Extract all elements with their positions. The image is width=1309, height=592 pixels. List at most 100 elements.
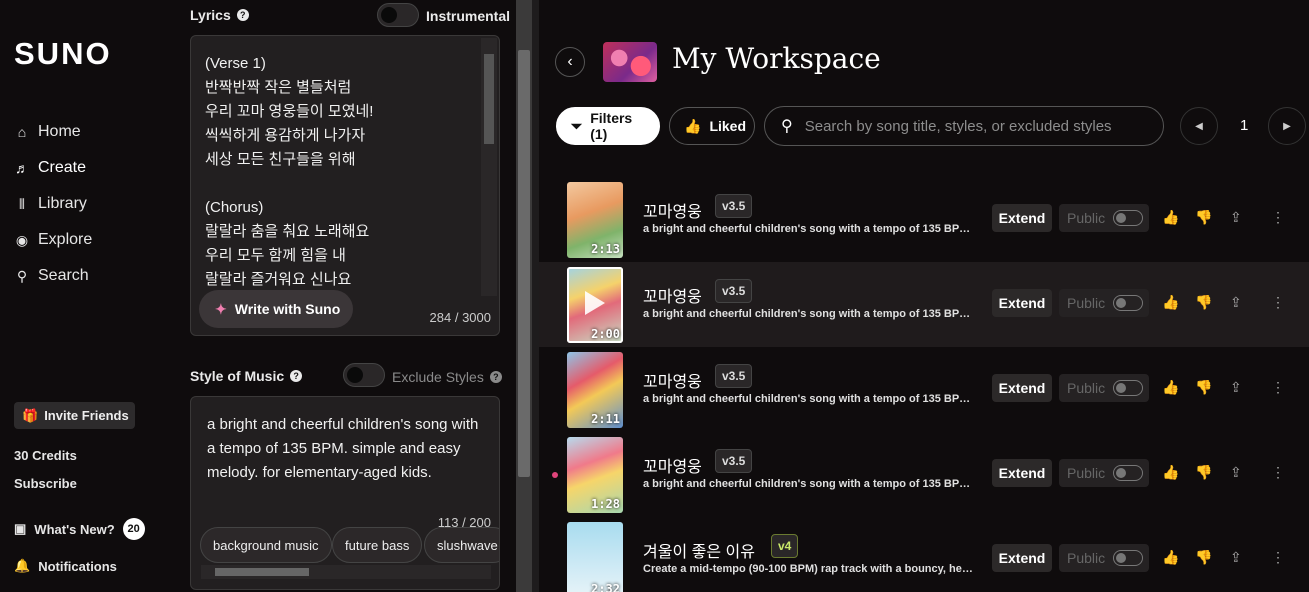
song-cover[interactable]: 2:32 [567, 522, 623, 592]
style-textarea[interactable]: a bright and cheerful children's song wi… [190, 396, 500, 590]
song-duration: 2:13 [591, 242, 620, 256]
write-with-suno-button[interactable]: ✦ Write with Suno [199, 290, 353, 328]
nav-library[interactable]: ⫴ Library [14, 195, 87, 213]
notifications-button[interactable]: 🔔 Notifications [14, 558, 117, 574]
search-input[interactable]: ⚲ Search by song title, styles, or exclu… [764, 106, 1164, 146]
song-title[interactable]: 꼬마영웅 [643, 368, 702, 392]
like-icon[interactable]: 👍 [1162, 464, 1179, 481]
style-text[interactable]: a bright and cheerful children's song wi… [207, 413, 485, 485]
whats-new-button[interactable]: ▣ What's New? 20 [14, 518, 145, 540]
song-title[interactable]: 꼬마영웅 [643, 198, 702, 222]
nav-search-label: Search [38, 267, 89, 284]
nav-create[interactable]: ♬ Create [14, 159, 86, 177]
bell-icon: 🔔 [14, 558, 31, 573]
liked-label: Liked [709, 118, 747, 134]
lyrics-textarea[interactable]: (Verse 1) 반짝반짝 작은 별들처럼 우리 꼬마 영웅들이 모였네! 씩… [190, 35, 500, 336]
chevron-left-icon: ◀ [1195, 120, 1203, 132]
style-chip[interactable]: background music [200, 527, 332, 563]
share-icon[interactable]: ⇪ [1230, 294, 1242, 311]
nav-home[interactable]: ⌂ Home [14, 123, 81, 141]
back-button[interactable]: ‹ [555, 47, 585, 77]
extend-button[interactable]: Extend [992, 374, 1052, 402]
like-icon[interactable]: 👍 [1162, 379, 1179, 396]
version-badge: v3.5 [715, 449, 753, 473]
dislike-icon[interactable]: 👎 [1195, 549, 1212, 566]
subscribe-link[interactable]: Subscribe [14, 476, 77, 491]
next-page-button[interactable]: ▶ [1268, 107, 1306, 145]
invite-friends-button[interactable]: 🎁 Invite Friends [14, 402, 135, 429]
public-toggle[interactable]: Public [1059, 289, 1149, 317]
nav-explore-label: Explore [38, 231, 93, 248]
share-icon[interactable]: ⇪ [1230, 464, 1242, 481]
page-number: 1 [1240, 117, 1249, 134]
dislike-icon[interactable]: 👎 [1195, 379, 1212, 396]
nav-home-label: Home [38, 123, 81, 140]
nav-search[interactable]: ⚲ Search [14, 267, 89, 285]
public-toggle[interactable]: Public [1059, 459, 1149, 487]
extend-button[interactable]: Extend [992, 204, 1052, 232]
version-badge: v3.5 [715, 194, 753, 218]
style-chip[interactable]: future bass [332, 527, 423, 563]
more-icon[interactable]: ⋮ [1271, 294, 1285, 311]
share-icon[interactable]: ⇪ [1230, 379, 1242, 396]
search-placeholder: Search by song title, styles, or exclude… [804, 117, 1112, 135]
help-icon[interactable]: ? [290, 370, 303, 382]
share-icon[interactable]: ⇪ [1230, 549, 1242, 566]
more-icon[interactable]: ⋮ [1271, 379, 1285, 396]
nav-library-label: Library [38, 195, 87, 212]
extend-button[interactable]: Extend [992, 459, 1052, 487]
gift-icon: 🎁 [22, 407, 39, 423]
music-note-icon: ♬ [15, 160, 29, 176]
liked-button[interactable]: 👍 Liked [669, 107, 755, 145]
lyrics-scrollbar[interactable] [481, 38, 497, 296]
like-icon[interactable]: 👍 [1162, 209, 1179, 226]
like-icon[interactable]: 👍 [1162, 294, 1179, 311]
more-icon[interactable]: ⋮ [1271, 464, 1285, 481]
song-row[interactable]: 1:28 꼬마영웅 v3.5 a bright and cheerful chi… [539, 432, 1309, 517]
song-title[interactable]: 꼬마영웅 [643, 453, 702, 477]
help-icon[interactable]: ? [236, 9, 249, 21]
chips-scrollbar[interactable] [201, 565, 491, 579]
prev-page-button[interactable]: ◀ [1180, 107, 1218, 145]
instrumental-label: Instrumental [426, 8, 511, 24]
share-icon[interactable]: ⇪ [1230, 209, 1242, 226]
exclude-label: Exclude Styles [392, 369, 484, 385]
dislike-icon[interactable]: 👎 [1195, 209, 1212, 226]
public-toggle[interactable]: Public [1059, 544, 1149, 572]
lyrics-text[interactable]: (Verse 1) 반짝반짝 작은 별들처럼 우리 꼬마 영웅들이 모였네! 씩… [205, 52, 480, 292]
invite-label: Invite Friends [44, 408, 129, 423]
help-icon[interactable]: ? [489, 371, 502, 383]
public-label: Public [1067, 550, 1106, 566]
extend-button[interactable]: Extend [992, 289, 1052, 317]
song-title[interactable]: 겨울이 좋은 이유 [643, 538, 755, 562]
nav-explore[interactable]: ◉ Explore [14, 231, 92, 249]
song-cover[interactable]: 1:28 [567, 437, 623, 513]
extend-button[interactable]: Extend [992, 544, 1052, 572]
filters-button[interactable]: ⏷ Filters (1) [556, 107, 660, 145]
song-row[interactable]: 2:11 꼬마영웅 v3.5 a bright and cheerful chi… [539, 347, 1309, 432]
style-heading: Style of Music ? [190, 368, 303, 384]
play-icon[interactable] [585, 291, 605, 315]
song-cover[interactable]: 2:11 [567, 352, 623, 428]
more-icon[interactable]: ⋮ [1271, 209, 1285, 226]
like-icon[interactable]: 👍 [1162, 549, 1179, 566]
song-row[interactable]: 2:32 겨울이 좋은 이유 v4 Create a mid-tempo (90… [539, 517, 1309, 592]
dislike-icon[interactable]: 👎 [1195, 294, 1212, 311]
song-cover[interactable]: 2:00 [567, 267, 623, 343]
lyrics-heading: Lyrics ? [190, 7, 249, 23]
more-icon[interactable]: ⋮ [1271, 549, 1285, 566]
song-row[interactable]: 2:00 꼬마영웅 v3.5 a bright and cheerful chi… [539, 262, 1309, 347]
song-title[interactable]: 꼬마영웅 [643, 283, 702, 307]
public-toggle[interactable]: Public [1059, 204, 1149, 232]
panel-scrollbar[interactable] [516, 0, 532, 592]
song-cover[interactable]: 2:13 [567, 182, 623, 258]
exclude-styles-toggle[interactable] [343, 363, 385, 387]
instrumental-toggle[interactable] [377, 3, 419, 27]
style-chip[interactable]: slushwave [424, 527, 499, 563]
song-row[interactable]: 2:13 꼬마영웅 v3.5 a bright and cheerful chi… [539, 177, 1309, 262]
dislike-icon[interactable]: 👎 [1195, 464, 1212, 481]
public-toggle[interactable]: Public [1059, 374, 1149, 402]
logo[interactable]: SUNO [14, 36, 112, 72]
search-icon: ⚲ [781, 118, 793, 135]
notifications-label: Notifications [38, 558, 117, 574]
